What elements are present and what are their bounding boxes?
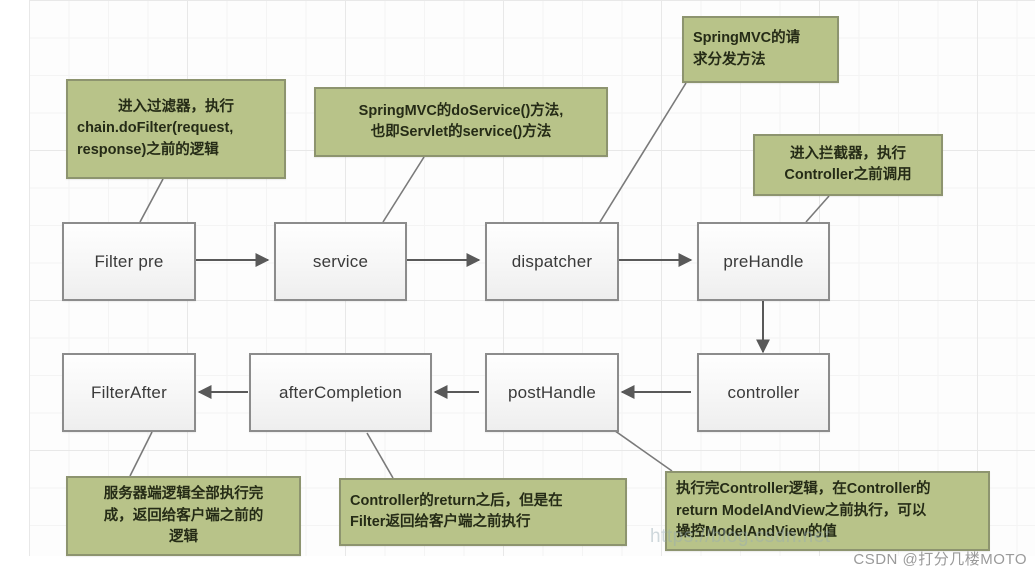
note-line: 求分发方法 xyxy=(693,51,766,68)
note-line: 执行完Controller逻辑，在Controller的 xyxy=(676,481,931,498)
node-filter-after[interactable]: FilterAfter xyxy=(62,353,196,432)
csdn-watermark: CSDN @打分几楼MOTO xyxy=(853,551,1027,568)
node-label: controller xyxy=(727,382,800,402)
node-label: FilterAfter xyxy=(91,382,167,402)
node-post-handle[interactable]: postHandle xyxy=(485,353,619,432)
note-filter-pre: 进入过滤器，执行 chain.doFilter(request, respons… xyxy=(66,79,286,179)
node-label: Filter pre xyxy=(94,251,164,271)
note-after-completion: Controller的return之后，但是在 Filter返回给客户端之前执行 xyxy=(339,478,627,546)
url-watermark: https://blog.csdn.net xyxy=(650,526,831,547)
node-controller[interactable]: controller xyxy=(697,353,830,432)
note-filter-after: 服务器端逻辑全部执行完 成，返回给客户端之前的 逻辑 xyxy=(66,476,301,556)
note-line: response)之前的逻辑 xyxy=(77,141,219,158)
note-line: chain.doFilter(request, xyxy=(77,120,234,137)
note-line: 进入过滤器，执行 xyxy=(118,99,234,116)
note-line: Filter返回给客户端之前执行 xyxy=(350,514,531,530)
note-line: 进入拦截器，执行 xyxy=(790,145,906,162)
node-label: dispatcher xyxy=(511,251,593,271)
node-label: afterCompletion xyxy=(278,382,402,402)
node-label: postHandle xyxy=(507,382,596,402)
note-line: 成，返回给客户端之前的 xyxy=(103,507,264,524)
note-service: SpringMVC的doService()方法, 也即Servlet的servi… xyxy=(314,87,608,157)
note-dispatcher: SpringMVC的请 求分发方法 xyxy=(682,16,839,83)
node-label: service xyxy=(312,251,369,271)
node-label: preHandle xyxy=(723,251,804,271)
node-after-completion[interactable]: afterCompletion xyxy=(249,353,432,432)
diagram-canvas: Filter pre service dispatcher preHandle … xyxy=(0,0,1035,572)
node-pre-handle[interactable]: preHandle xyxy=(697,222,830,301)
left-margin xyxy=(0,0,29,572)
node-filter-pre[interactable]: Filter pre xyxy=(62,222,196,301)
note-line: Controller的return之后，但是在 xyxy=(350,492,563,509)
note-line: SpringMVC的doService()方法, xyxy=(358,102,564,119)
note-line: SpringMVC的请 xyxy=(693,30,801,47)
node-dispatcher[interactable]: dispatcher xyxy=(485,222,619,301)
note-line: 也即Servlet的service()方法 xyxy=(370,124,552,140)
node-service[interactable]: service xyxy=(274,222,407,301)
note-line: return ModelAndView之前执行，可以 xyxy=(676,502,927,519)
note-pre-handle: 进入拦截器，执行 Controller之前调用 xyxy=(753,134,943,196)
note-line: 逻辑 xyxy=(169,528,198,545)
note-line: Controller之前调用 xyxy=(784,167,912,183)
note-line: 服务器端逻辑全部执行完 xyxy=(103,486,264,503)
